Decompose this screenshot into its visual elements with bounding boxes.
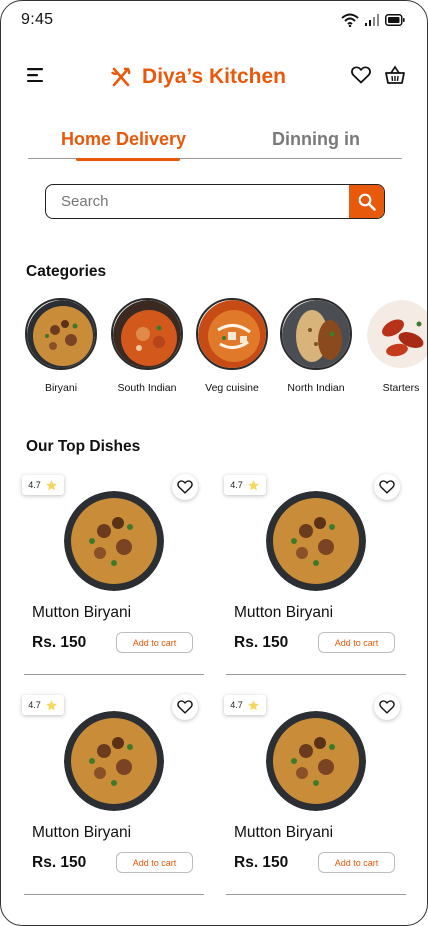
- rating-value: 4.7: [28, 700, 41, 710]
- rating-badge: 4.7: [224, 695, 266, 715]
- category-south-indian[interactable]: South Indian: [102, 298, 192, 394]
- dish-price: Rs. 150: [234, 634, 289, 651]
- category-image: [365, 298, 427, 370]
- rating-badge: 4.7: [22, 695, 64, 715]
- favorites-button[interactable]: [351, 65, 371, 89]
- category-label: Veg cuisine: [205, 382, 259, 394]
- search-bar: [45, 184, 385, 219]
- dish-image: [64, 491, 164, 591]
- add-to-cart-button[interactable]: Add to cart: [318, 852, 395, 873]
- rating-value: 4.7: [230, 700, 243, 710]
- category-starters[interactable]: Starters: [356, 298, 427, 394]
- wifi-icon: [341, 13, 359, 27]
- add-to-cart-button[interactable]: Add to cart: [116, 632, 193, 653]
- add-to-cart-button[interactable]: Add to cart: [318, 632, 395, 653]
- category-veg-cuisine[interactable]: Veg cuisine: [187, 298, 277, 394]
- app-title: Diya’s Kitchen: [142, 65, 286, 88]
- rating-badge: 4.7: [224, 475, 266, 495]
- phone-frame: 9:45 Diya’s Kitchen Home Delivery Dinnin…: [0, 0, 428, 926]
- category-label: Starters: [382, 382, 420, 394]
- dish-card[interactable]: 4.7 Mutton Biryani Rs. 150 Add to cart: [22, 471, 204, 677]
- divider: [24, 674, 204, 675]
- heart-icon: [379, 480, 395, 494]
- search-input[interactable]: [46, 185, 349, 218]
- favorite-button[interactable]: [374, 694, 400, 720]
- dish-name: Mutton Biryani: [234, 824, 334, 841]
- tab-home-delivery[interactable]: Home Delivery: [61, 129, 186, 150]
- category-image: [280, 298, 352, 370]
- dish-price: Rs. 150: [234, 854, 289, 871]
- delivery-tabs: Home Delivery Dinning in: [28, 125, 402, 161]
- dish-name: Mutton Biryani: [32, 824, 132, 841]
- dish-name: Mutton Biryani: [234, 604, 334, 621]
- category-image: [196, 298, 268, 370]
- rating-value: 4.7: [28, 480, 41, 490]
- category-image: [111, 298, 183, 370]
- dish-name: Mutton Biryani: [32, 604, 132, 621]
- category-biryani[interactable]: Biryani: [16, 298, 106, 394]
- category-label: South Indian: [117, 382, 177, 394]
- app-header: Diya’s Kitchen: [27, 61, 405, 93]
- dish-price: Rs. 150: [32, 854, 87, 871]
- star-icon: [45, 699, 57, 710]
- status-time: 9:45: [21, 11, 54, 28]
- categories-list: Biryani South Indian Veg cuisine North I…: [1, 298, 427, 398]
- heart-icon: [177, 480, 193, 494]
- add-to-cart-button[interactable]: Add to cart: [116, 852, 193, 873]
- dish-image: [266, 711, 366, 811]
- rating-value: 4.7: [230, 480, 243, 490]
- dish-image: [64, 711, 164, 811]
- tab-dinning-in[interactable]: Dinning in: [272, 129, 360, 150]
- star-icon: [247, 479, 259, 490]
- battery-icon: [385, 14, 405, 26]
- categories-title: Categories: [26, 263, 107, 280]
- category-image: [25, 298, 97, 370]
- dish-image: [266, 491, 366, 591]
- brand: Diya’s Kitchen: [110, 65, 286, 89]
- search-icon: [358, 193, 376, 211]
- divider: [226, 674, 406, 675]
- divider: [24, 894, 204, 895]
- menu-icon: [27, 67, 43, 82]
- rating-badge: 4.7: [22, 475, 64, 495]
- active-tab-indicator: [76, 157, 180, 161]
- cart-button[interactable]: [385, 65, 405, 90]
- dish-card[interactable]: 4.7 Mutton Biryani Rs. 150 Add to cart: [22, 691, 204, 897]
- favorite-button[interactable]: [172, 474, 198, 500]
- status-icons: [341, 13, 405, 27]
- heart-icon: [177, 700, 193, 714]
- dish-card[interactable]: 4.7 Mutton Biryani Rs. 150 Add to cart: [224, 471, 406, 677]
- heart-icon: [351, 65, 371, 83]
- favorite-button[interactable]: [172, 694, 198, 720]
- search-button[interactable]: [349, 185, 384, 218]
- top-dishes-title: Our Top Dishes: [26, 438, 141, 455]
- star-icon: [45, 479, 57, 490]
- category-label: North Indian: [287, 382, 345, 394]
- favorite-button[interactable]: [374, 474, 400, 500]
- star-icon: [247, 699, 259, 710]
- category-north-indian[interactable]: North Indian: [271, 298, 361, 394]
- basket-icon: [385, 65, 405, 84]
- header-actions: [351, 65, 405, 90]
- category-label: Biryani: [44, 382, 78, 394]
- dish-card[interactable]: 4.7 Mutton Biryani Rs. 150 Add to cart: [224, 691, 406, 897]
- fork-knife-icon: [111, 67, 131, 87]
- status-bar: 9:45: [21, 9, 405, 31]
- signal-icon: [365, 14, 379, 26]
- divider: [226, 894, 406, 895]
- heart-icon: [379, 700, 395, 714]
- menu-button[interactable]: [27, 67, 45, 87]
- dish-price: Rs. 150: [32, 634, 87, 651]
